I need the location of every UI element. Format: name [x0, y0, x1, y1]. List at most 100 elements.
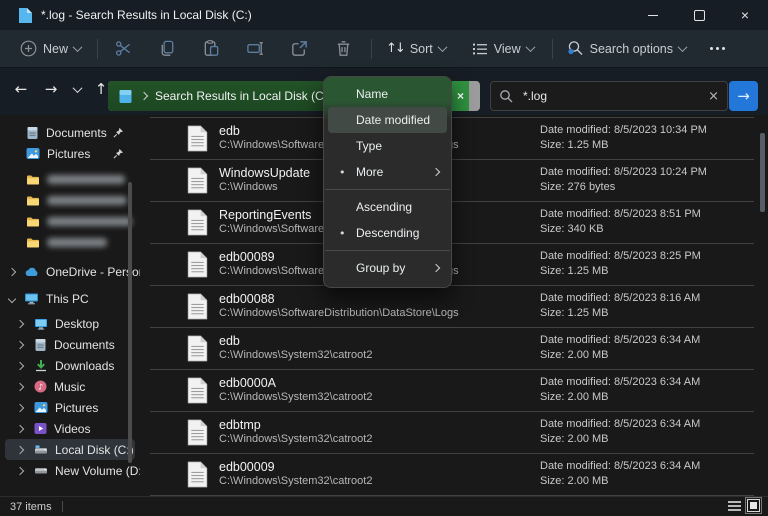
chevron-right-icon[interactable] [16, 403, 24, 411]
menu-item-group-by[interactable]: Group by [324, 255, 451, 281]
folder-icon [26, 174, 40, 186]
chevron-right-icon[interactable] [16, 445, 24, 453]
minimize-button[interactable] [630, 0, 676, 30]
search-go-button[interactable]: → [729, 81, 758, 111]
this-pc-icon [24, 292, 39, 305]
log-file-icon [187, 335, 208, 362]
share-button[interactable] [282, 34, 317, 64]
submenu-chevron-icon [432, 264, 440, 272]
date-modified-value: 8/5/2023 8:25 PM [614, 250, 701, 262]
log-file-icon [187, 209, 208, 236]
sidebar-item-pictures-pinned[interactable]: Pictures [0, 143, 140, 164]
menu-item-name[interactable]: Name [324, 81, 451, 107]
view-button[interactable]: View [464, 34, 542, 64]
menu-item-descending[interactable]: • Descending [324, 220, 451, 246]
breadcrumb-chevron-icon [140, 92, 148, 100]
sidebar-item-blurred-folder[interactable] [0, 232, 140, 253]
chevron-down-icon[interactable] [8, 294, 16, 302]
file-details: Date modified: 8/5/2023 6:34 AM Size: 2.… [540, 375, 700, 405]
sidebar-item-music[interactable]: ♪ Music [0, 376, 140, 397]
sort-button[interactable]: ↑↓ Sort [378, 34, 454, 64]
chevron-right-icon[interactable] [16, 466, 24, 474]
chevron-down-icon [437, 42, 447, 52]
new-button[interactable]: New [12, 34, 89, 64]
date-modified-value: 8/5/2023 6:34 AM [614, 418, 700, 430]
menu-item-more[interactable]: • More [324, 159, 451, 185]
copy-button[interactable] [150, 34, 185, 64]
cut-button[interactable] [106, 34, 141, 64]
maximize-button[interactable] [676, 0, 722, 30]
file-row[interactable]: edb00088 C:\Windows\SoftwareDistribution… [150, 286, 754, 328]
chevron-right-icon[interactable] [16, 361, 24, 369]
rename-button[interactable] [238, 34, 273, 64]
menu-item-type[interactable]: Type [324, 133, 451, 159]
sidebar-item-desktop[interactable]: Desktop [0, 313, 140, 334]
back-button[interactable]: ← [8, 76, 34, 102]
file-details: Date modified: 8/5/2023 6:34 AM Size: 2.… [540, 333, 700, 363]
see-more-button[interactable] [702, 34, 733, 64]
file-name: edbtmp [219, 418, 372, 434]
menu-item-date-modified[interactable]: Date modified [328, 107, 447, 133]
share-icon [290, 39, 309, 58]
file-row[interactable]: edb00089 C:\Windows\SoftwareDistribution… [150, 244, 754, 286]
chevron-down-icon [678, 42, 688, 52]
size-label: Size: [540, 391, 564, 403]
breadcrumb[interactable]: Search Results in Local Disk (C:) [155, 89, 331, 103]
chevron-right-icon[interactable] [16, 340, 24, 348]
sidebar-item-blurred-folder[interactable] [0, 169, 140, 190]
sidebar-item-videos[interactable]: Videos [0, 418, 140, 439]
sidebar-item-downloads[interactable]: Downloads [0, 355, 140, 376]
search-icon [499, 89, 513, 103]
sidebar-item-label: OneDrive - Person [46, 265, 140, 279]
chevron-right-icon[interactable] [16, 382, 24, 390]
cut-icon [114, 39, 133, 58]
chevron-right-icon[interactable] [8, 267, 16, 275]
details-view-icon[interactable] [728, 499, 741, 512]
file-list-scrollbar[interactable] [760, 133, 765, 212]
sidebar-item-local-disk-c[interactable]: Local Disk (C:) [5, 439, 135, 460]
file-row[interactable]: ReportingEvents C:\Windows\SoftwareDistr… [150, 202, 754, 244]
file-row[interactable]: edb0000A C:\Windows\System32\catroot2 Da… [150, 370, 754, 412]
search-box[interactable]: × [490, 81, 728, 111]
date-modified-label: Date modified: [540, 124, 611, 136]
sidebar-item-documents-pinned[interactable]: Documents [0, 122, 140, 143]
file-row[interactable]: edb C:\Windows\SoftwareDistribution\Data… [150, 118, 754, 160]
log-file-icon [187, 251, 208, 278]
stop-search-button[interactable]: × [452, 81, 469, 111]
size-label: Size: [540, 223, 564, 235]
paste-button[interactable] [194, 34, 229, 64]
menu-item-ascending[interactable]: Ascending [324, 194, 451, 220]
search-results-icon [118, 89, 133, 104]
file-row[interactable]: edb00009 C:\Windows\System32\catroot2 Da… [150, 454, 754, 496]
sidebar-scrollbar[interactable] [128, 182, 132, 463]
plus-circle-icon [20, 40, 37, 57]
file-details: Date modified: 8/5/2023 10:34 PM Size: 1… [540, 123, 707, 153]
size-label: Size: [540, 307, 564, 319]
chevron-right-icon[interactable] [16, 319, 24, 327]
large-thumbnails-view-icon[interactable] [747, 499, 760, 512]
chevron-right-icon[interactable] [16, 424, 24, 432]
sidebar-item-documents[interactable]: Documents [0, 334, 140, 355]
sidebar-item-this-pc[interactable]: This PC [0, 288, 140, 309]
file-row[interactable]: WindowsUpdate C:\Windows Date modified: … [150, 160, 754, 202]
date-modified-label: Date modified: [540, 250, 611, 262]
blurred-label [47, 175, 125, 184]
blurred-label [47, 238, 107, 247]
clear-search-icon[interactable]: × [708, 89, 719, 104]
sidebar-item-new-volume-d[interactable]: New Volume (D: [0, 460, 140, 481]
recent-locations-button[interactable] [64, 76, 90, 102]
close-button[interactable]: × [722, 0, 768, 30]
size-label: Size: [540, 349, 564, 361]
forward-button[interactable]: → [38, 76, 64, 102]
delete-button[interactable] [326, 34, 361, 64]
search-options-button[interactable]: Search options [559, 34, 694, 64]
file-row[interactable]: edbtmp C:\Windows\System32\catroot2 Date… [150, 412, 754, 454]
file-row[interactable]: edb C:\Windows\System32\catroot2 Date mo… [150, 328, 754, 370]
sidebar-item-blurred-folder[interactable] [0, 211, 140, 232]
sidebar-item-blurred-folder[interactable] [0, 190, 140, 211]
search-input[interactable] [521, 88, 700, 104]
file-details: Date modified: 8/5/2023 8:51 PM Size: 34… [540, 207, 701, 237]
sidebar-item-pictures[interactable]: Pictures [0, 397, 140, 418]
file-path: C:\Windows\System32\catroot2 [219, 391, 372, 405]
sidebar-item-onedrive[interactable]: OneDrive - Person [0, 261, 140, 282]
